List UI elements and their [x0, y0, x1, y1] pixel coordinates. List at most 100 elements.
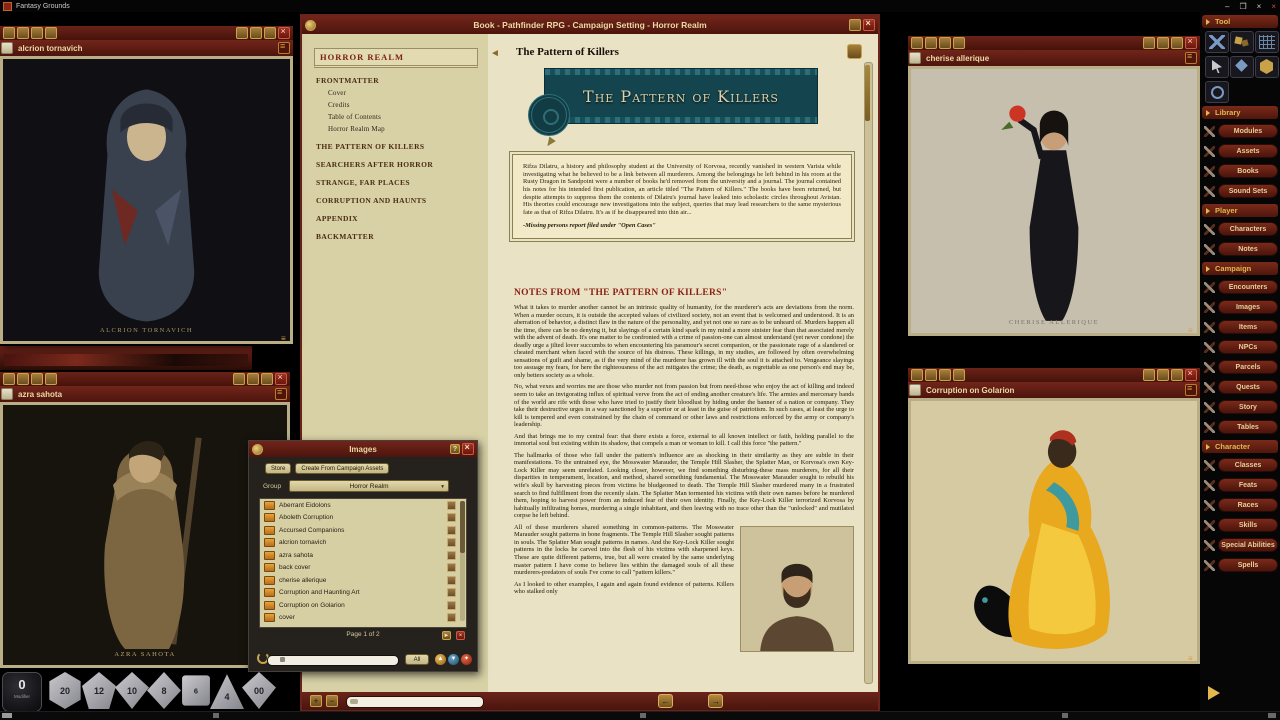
lock-icon[interactable] — [1157, 37, 1169, 49]
open-window-icon[interactable] — [447, 588, 456, 597]
modifier-box[interactable]: 0 Modifier — [2, 672, 42, 712]
sidebar-item-races[interactable]: Races — [1200, 495, 1280, 515]
next-list-page-icon[interactable]: ► — [442, 631, 451, 640]
mask-icon[interactable] — [45, 373, 57, 385]
window-azra-sahota[interactable]: azra sahota AZRA SAHOTA — [0, 372, 290, 668]
list-item[interactable]: Aberrant Eidolons — [260, 499, 466, 512]
resize-grip[interactable] — [1188, 327, 1198, 335]
page-scrollbar[interactable] — [864, 62, 873, 684]
dice-tower-icon[interactable] — [1205, 31, 1229, 53]
lock-icon[interactable] — [1157, 369, 1169, 381]
d8-die[interactable]: 8 — [147, 672, 181, 709]
target-tool-icon[interactable] — [1205, 81, 1229, 103]
list-item[interactable]: Aboleth Corruption — [260, 512, 466, 525]
table-roller-icon[interactable] — [1255, 31, 1279, 53]
window-toolbar[interactable] — [908, 36, 1200, 50]
sidebar-item-encounters[interactable]: Encounters — [1200, 277, 1280, 297]
previous-page-button[interactable]: ← — [658, 694, 673, 708]
sidebar-item-notes[interactable]: Notes — [1200, 239, 1280, 259]
os-titlebar[interactable]: Fantasy Grounds – ❐ × × — [0, 0, 1280, 12]
pin-icon[interactable] — [252, 444, 263, 455]
close-icon[interactable]: × — [1257, 2, 1262, 11]
next-page-button[interactable]: → — [708, 694, 723, 708]
taskbar-tab[interactable] — [640, 713, 646, 718]
list-item[interactable]: Accursed Companions — [260, 524, 466, 537]
share-icon[interactable] — [1143, 37, 1155, 49]
close-icon[interactable] — [278, 27, 290, 39]
sidebar-item-npcs[interactable]: NPCs — [1200, 337, 1280, 357]
brush-icon[interactable]: ✦ — [461, 654, 472, 665]
toc-item-pattern-of-killers[interactable]: THE PATTERN OF KILLERS — [302, 140, 488, 153]
window-cherise-allerique[interactable]: cherise allerique CHERISE ALLERIQUE — [908, 36, 1200, 336]
section-header-library[interactable]: Library — [1202, 106, 1278, 119]
d4-die[interactable]: 4 — [210, 672, 244, 709]
menu-grip-icon[interactable] — [278, 42, 290, 54]
sidebar-item-skills[interactable]: Skills — [1200, 515, 1280, 535]
open-window-icon[interactable] — [447, 513, 456, 522]
open-window-icon[interactable] — [447, 563, 456, 572]
pointer-tool-icon[interactable] — [1205, 56, 1229, 78]
open-window-icon[interactable] — [447, 501, 456, 510]
close-icon[interactable] — [275, 373, 287, 385]
toc-item-searchers-after-horror[interactable]: SEARCHERS AFTER HORROR — [302, 158, 488, 171]
toc-item-appendix[interactable]: APPENDIX — [302, 212, 488, 225]
tab-store[interactable]: Store — [265, 463, 291, 474]
horizontal-scrollbar[interactable] — [346, 696, 484, 708]
app-close-icon[interactable]: × — [1271, 2, 1276, 11]
slider-thumb[interactable] — [280, 657, 285, 662]
zoom-icon[interactable] — [3, 373, 15, 385]
sidebar-item-characters[interactable]: Characters — [1200, 219, 1280, 239]
list-item[interactable]: cherise allerique — [260, 574, 466, 587]
pin-icon[interactable] — [305, 20, 316, 31]
zoom-icon[interactable] — [911, 37, 923, 49]
toc-item-corruption-and-haunts[interactable]: CORRUPTION AND HAUNTS — [302, 194, 488, 207]
shortcut-icon[interactable] — [261, 373, 273, 385]
window-images[interactable]: Images ? Store Create From Campaign Asse… — [248, 440, 478, 672]
sidebar-item-sound-sets[interactable]: Sound Sets — [1200, 181, 1280, 201]
maximize-icon[interactable]: ❐ — [1239, 2, 1246, 11]
sidebar-item-feats[interactable]: Feats — [1200, 475, 1280, 495]
toc-item-credits[interactable]: Credits — [302, 99, 488, 111]
die-tool-icon[interactable] — [1230, 56, 1254, 78]
mask-icon[interactable] — [953, 369, 965, 381]
d12-die[interactable]: 12 — [82, 672, 116, 709]
sidebar-item-assets[interactable]: Assets — [1200, 141, 1280, 161]
pointer-icon[interactable] — [31, 373, 43, 385]
scrollbar-thumb[interactable] — [460, 501, 465, 553]
window-alcrion-tornavich[interactable]: alcrion tornavich ALCRION TORNAVICH — [0, 26, 293, 344]
section-header-tool[interactable]: Tool — [1202, 15, 1278, 28]
close-icon[interactable] — [863, 19, 875, 31]
sort-up-icon[interactable]: ▲ — [435, 654, 446, 665]
section-header-player[interactable]: Player — [1202, 204, 1278, 217]
window-titlebar[interactable]: azra sahota — [0, 386, 290, 402]
shortcut-icon[interactable] — [1171, 369, 1183, 381]
list-item[interactable]: azra sahota — [260, 549, 466, 562]
open-window-icon[interactable] — [447, 526, 456, 535]
images-titlebar[interactable]: Images ? — [249, 441, 477, 457]
list-item[interactable]: cover — [260, 612, 466, 625]
sidebar-item-books[interactable]: Books — [1200, 161, 1280, 181]
window-toolbar[interactable] — [908, 368, 1200, 382]
window-shade-icon[interactable] — [847, 44, 862, 59]
mask-icon[interactable] — [953, 37, 965, 49]
minimize-icon[interactable]: – — [1225, 2, 1229, 11]
menu-grip-icon[interactable] — [275, 388, 287, 400]
sidebar-item-tables[interactable]: Tables — [1200, 417, 1280, 437]
shortcut-icon[interactable] — [264, 27, 276, 39]
shortcut-icon[interactable] — [1171, 37, 1183, 49]
portrait-image[interactable]: CHERISE ALLERIQUE — [908, 66, 1200, 336]
menu-grip-icon[interactable] — [1185, 52, 1197, 64]
sidebar-item-items[interactable]: Items — [1200, 317, 1280, 337]
list-item[interactable]: back cover — [260, 562, 466, 575]
share-icon[interactable] — [849, 19, 861, 31]
section-header-campaign[interactable]: Campaign — [1202, 262, 1278, 275]
share-icon[interactable] — [236, 27, 248, 39]
sidebar-item-quests[interactable]: Quests — [1200, 377, 1280, 397]
d10-die[interactable]: 10 — [115, 672, 149, 709]
portrait-image[interactable]: ALCRION TORNAVICH — [0, 56, 293, 344]
pointer-icon[interactable] — [31, 27, 43, 39]
sidebar-item-spells[interactable]: Spells — [1200, 555, 1280, 575]
zoom-icon[interactable] — [3, 27, 15, 39]
pointer-icon[interactable] — [939, 369, 951, 381]
play-icon[interactable] — [1208, 686, 1220, 700]
